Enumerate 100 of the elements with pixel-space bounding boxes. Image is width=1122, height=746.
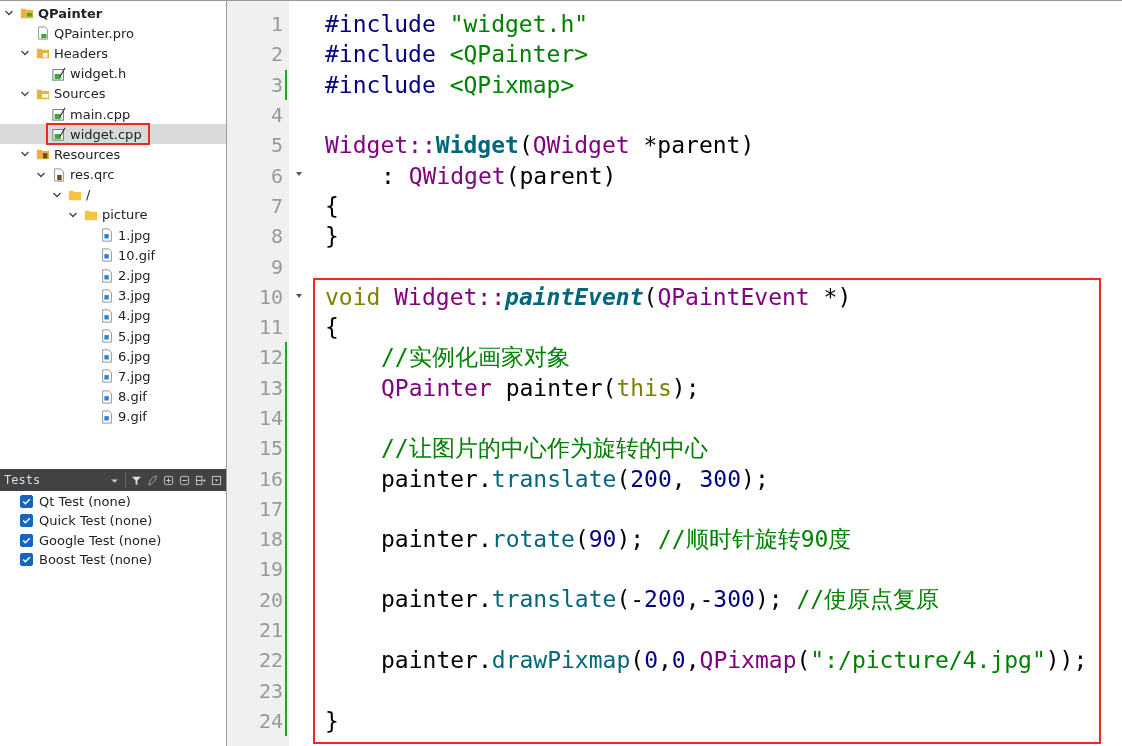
fold-icon[interactable] — [295, 291, 303, 300]
code-token: "widget.h" — [449, 11, 589, 38]
code-token: QWidget — [532, 132, 630, 159]
tree-item[interactable]: 8.gif — [118, 389, 147, 405]
tree-item[interactable]: main.cpp — [70, 106, 131, 122]
line-number: 14 — [257, 406, 284, 430]
code-token: 300 — [713, 586, 755, 613]
code-token: //使原点复原 — [796, 586, 940, 613]
code-token: 0 — [644, 647, 658, 674]
collapse-icon[interactable] — [179, 474, 190, 486]
tree-item[interactable]: Headers — [54, 45, 109, 61]
code-token: ( — [616, 465, 631, 492]
line-number: 23 — [257, 678, 284, 703]
code-token: } — [325, 707, 339, 734]
tree-item[interactable]: 6.jpg — [118, 348, 151, 364]
line-number: 20 — [257, 587, 284, 612]
code-token: painter. — [381, 647, 492, 674]
tree-item[interactable]: QPainter — [38, 5, 103, 21]
source-file-icon — [52, 127, 66, 142]
tree-item[interactable]: widget.h — [70, 66, 127, 82]
expand-icon[interactable] — [163, 474, 174, 486]
close-panel-icon[interactable] — [211, 474, 222, 486]
line-number: 2 — [269, 42, 284, 67]
file-icon — [100, 369, 114, 384]
tree-item[interactable]: Resources — [54, 146, 121, 162]
code-token: #include — [325, 11, 437, 38]
tree-item[interactable]: 9.gif — [118, 409, 147, 425]
tree-item[interactable]: QPainter.pro — [54, 25, 134, 41]
code-token: rotate — [491, 525, 575, 552]
code-token: { — [325, 192, 339, 219]
folder-icon — [36, 147, 50, 162]
folder-icon — [36, 46, 50, 61]
file-icon — [100, 329, 114, 344]
tree-item[interactable]: 5.jpg — [118, 328, 151, 344]
code-token: : — [381, 162, 396, 189]
file-icon — [100, 349, 114, 364]
code-token: translate — [491, 465, 617, 492]
tree-item[interactable]: picture — [102, 207, 148, 223]
code-token: ); — [616, 525, 646, 552]
code-token: )); — [1045, 647, 1088, 674]
tree-item[interactable]: 3.jpg — [118, 288, 151, 304]
line-number: 7 — [269, 193, 284, 218]
code-token: 200 — [630, 465, 672, 492]
code-token: painter. — [381, 586, 492, 613]
code-token: ,- — [685, 586, 714, 613]
line-number: 10 — [257, 284, 284, 309]
test-label: Google Test (none) — [39, 532, 162, 548]
line-number: 16 — [257, 466, 284, 491]
filter-icon[interactable] — [131, 474, 142, 486]
code-token: this — [616, 374, 672, 401]
line-number: 17 — [257, 496, 284, 521]
code-token: ( — [643, 283, 658, 310]
code-token: drawPixmap — [491, 647, 631, 674]
checkbox[interactable] — [20, 514, 33, 528]
code-token: ); — [741, 465, 769, 492]
code-token: { — [325, 314, 339, 341]
source-file-icon — [52, 107, 66, 122]
file-icon — [100, 409, 114, 424]
tree-item[interactable]: Sources — [54, 86, 106, 102]
code-token: ); — [754, 586, 784, 613]
test-label: Qt Test (none) — [39, 494, 131, 510]
code-token: 0 — [671, 647, 686, 674]
code-token: *) — [822, 283, 852, 310]
code-token: *parent) — [642, 132, 755, 159]
line-number: 12 — [257, 345, 284, 370]
code-token: , — [685, 647, 700, 674]
line-number: 5 — [269, 133, 284, 158]
checkbox[interactable] — [20, 553, 33, 567]
code-token: , — [671, 465, 687, 492]
code-token: 90 — [588, 525, 617, 552]
checkbox[interactable] — [20, 533, 33, 547]
file-icon — [100, 308, 114, 323]
line-number: 6 — [269, 163, 284, 188]
tree-item[interactable]: / — [86, 187, 91, 203]
test-label: Quick Test (none) — [39, 513, 153, 529]
code-token: void — [325, 283, 382, 310]
code-token: ( — [518, 132, 533, 159]
code-token: (parent) — [505, 162, 617, 189]
line-number: 11 — [257, 315, 284, 340]
code-token: } — [325, 223, 339, 250]
tree-item[interactable]: 1.jpg — [118, 227, 151, 243]
code-token: #include — [325, 71, 437, 98]
file-icon — [100, 389, 114, 404]
tree-item[interactable]: 2.jpg — [118, 268, 151, 284]
panel-title: Tests — [4, 473, 42, 487]
code-token: QWidget — [408, 162, 506, 189]
tree-item[interactable]: 4.jpg — [118, 308, 151, 324]
code-token: ( — [574, 525, 589, 552]
file-icon — [100, 288, 114, 303]
code-token: painter. — [381, 465, 492, 492]
tree-item[interactable]: 7.jpg — [118, 368, 151, 384]
test-label: Boost Test (none) — [39, 552, 153, 568]
code-token: 300 — [699, 465, 742, 492]
leaf-icon[interactable] — [147, 474, 158, 486]
folder-icon — [20, 6, 34, 21]
tree-item[interactable]: res.qrc — [70, 167, 115, 183]
split-icon[interactable] — [195, 474, 206, 486]
checkbox[interactable] — [20, 495, 33, 509]
source-file-icon — [52, 66, 66, 81]
tree-item[interactable]: 10.gif — [118, 247, 156, 263]
